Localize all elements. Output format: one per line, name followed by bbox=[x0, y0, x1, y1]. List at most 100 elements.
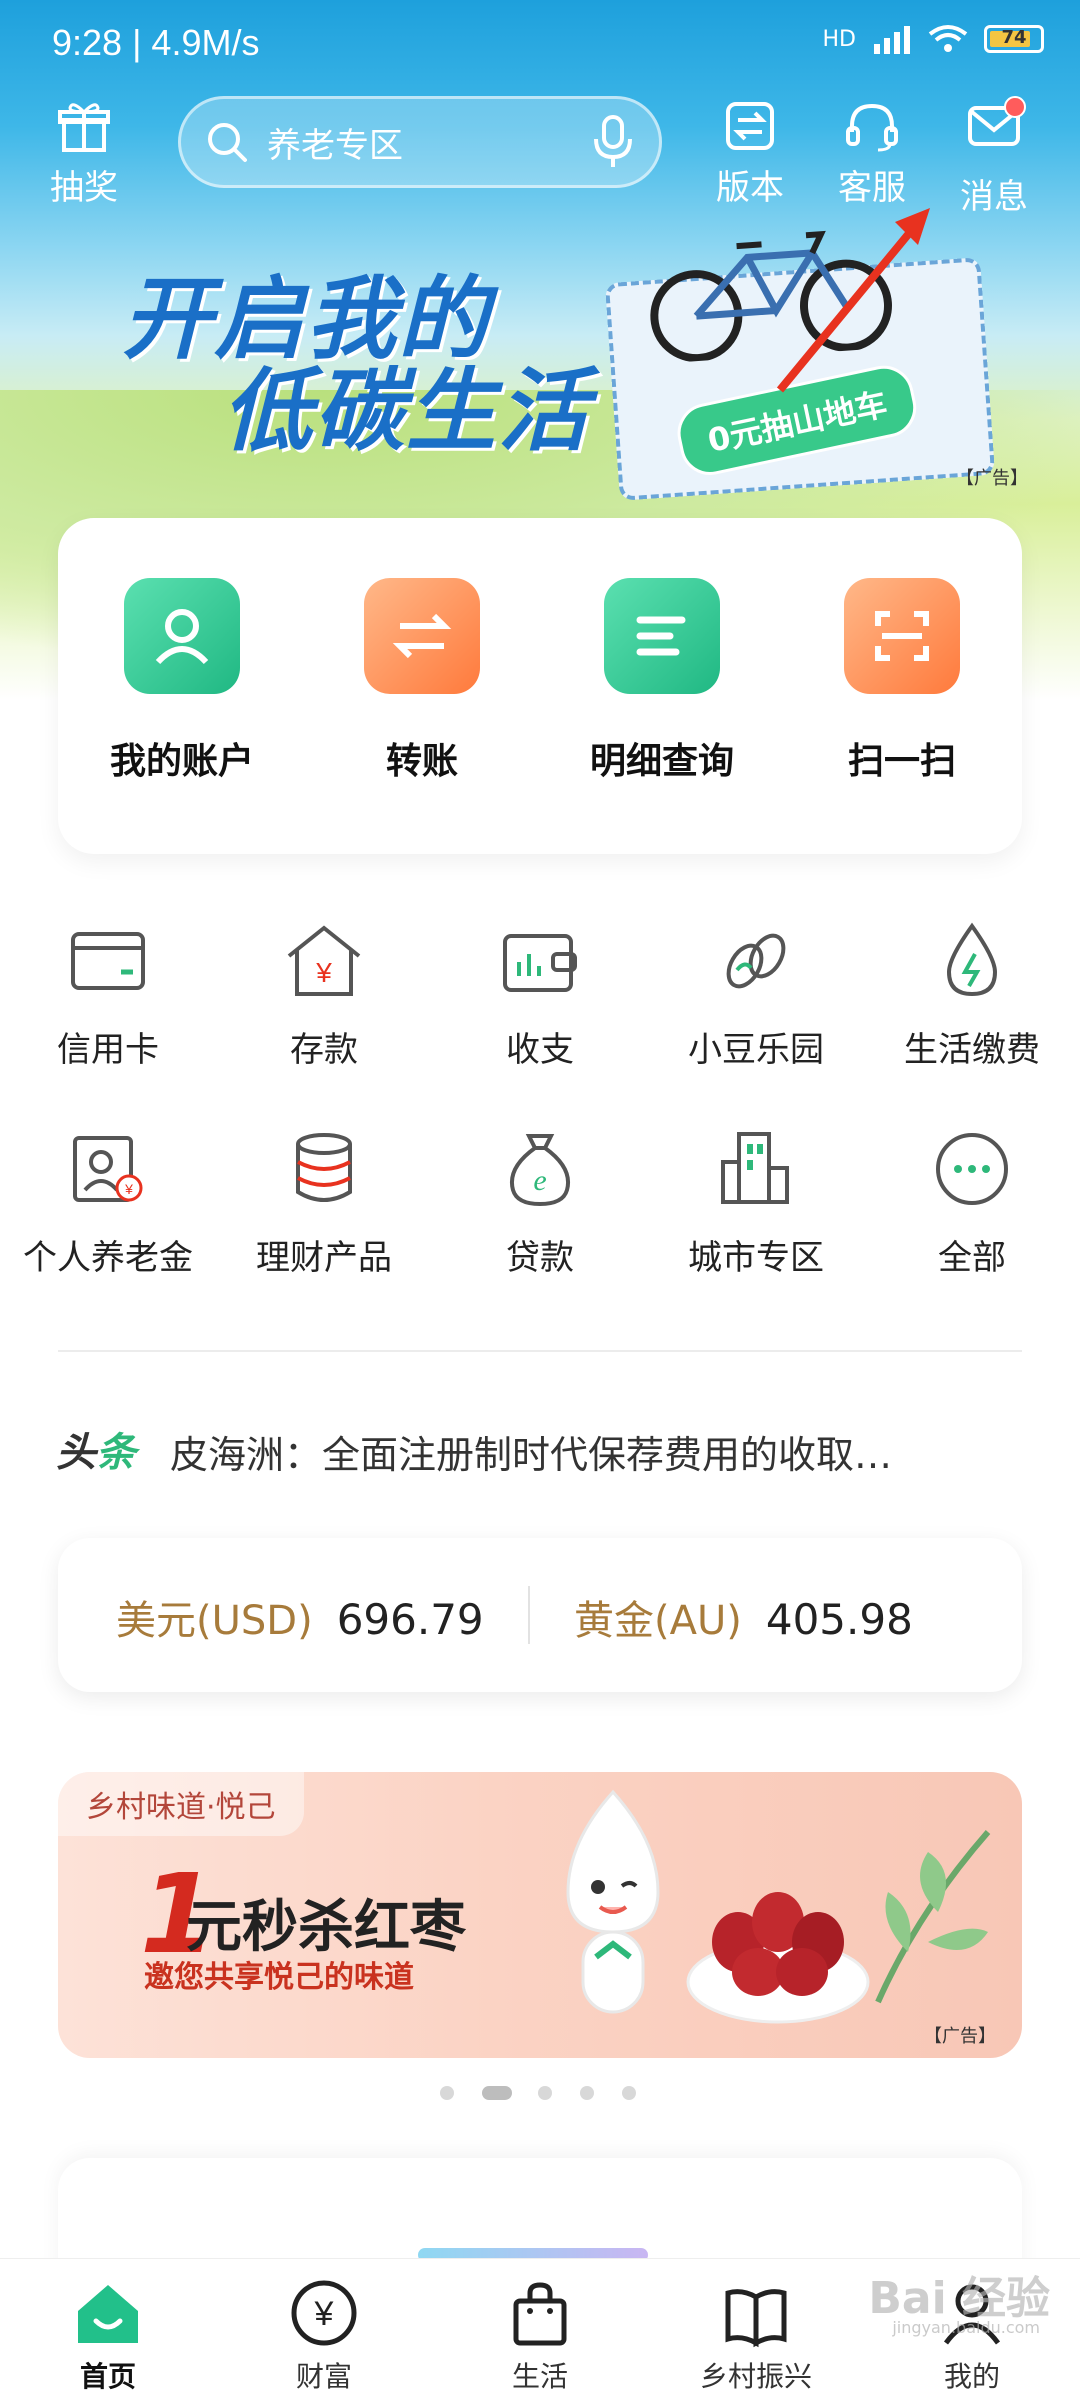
svg-text:¥: ¥ bbox=[124, 1181, 133, 1197]
money-bag-icon: e bbox=[510, 1134, 570, 1207]
quick-label: 我的账户 bbox=[109, 741, 254, 782]
grid-label: 收支 bbox=[506, 1030, 574, 1070]
page-dot[interactable] bbox=[440, 2086, 454, 2100]
grid-wealth-products[interactable]: 理财产品 bbox=[216, 1128, 432, 1279]
status-icons: HD 74 bbox=[823, 24, 1044, 54]
news-headline[interactable]: 皮海洲：全面注册制时代保荐费用的收取… bbox=[170, 1424, 990, 1479]
banner-ad-tag: 【广告】 bbox=[924, 2026, 996, 2047]
banner-headline: 元秒杀红枣 bbox=[186, 1895, 466, 1960]
grid-utility-payment[interactable]: 生活缴费 bbox=[864, 920, 1080, 1071]
microphone-icon[interactable] bbox=[591, 115, 635, 169]
list-icon bbox=[604, 578, 720, 694]
mascot-icon bbox=[566, 1789, 660, 2014]
grid-city-zone[interactable]: 城市专区 bbox=[648, 1128, 864, 1279]
drop-bolt-icon bbox=[946, 922, 998, 997]
nav-label: 生活 bbox=[511, 2360, 568, 2393]
nav-life[interactable]: 生活 bbox=[432, 2259, 648, 2401]
quick-label: 明细查询 bbox=[589, 741, 734, 782]
bag-icon bbox=[513, 2282, 567, 2346]
grid-label: 贷款 bbox=[506, 1238, 574, 1278]
usd-value: 696.79 bbox=[336, 1595, 484, 1644]
grid-label: 全部 bbox=[938, 1238, 1006, 1278]
page-dot[interactable] bbox=[580, 2086, 594, 2100]
grid-label: 理财产品 bbox=[256, 1238, 392, 1278]
svg-text:e: e bbox=[533, 1164, 546, 1197]
transfer-icon bbox=[364, 578, 480, 694]
svg-text:¥: ¥ bbox=[314, 2295, 334, 2333]
search-placeholder: 养老专区 bbox=[267, 125, 403, 166]
switch-version-icon bbox=[726, 102, 774, 150]
news-tag-b: 条 bbox=[96, 1430, 136, 1476]
lottery-button[interactable]: 抽奖 bbox=[50, 98, 118, 209]
watermark-logo: Bai 经验 bbox=[868, 2273, 1050, 2324]
grid-label: 信用卡 bbox=[57, 1030, 159, 1070]
headset-icon bbox=[846, 103, 898, 152]
nav-home[interactable]: 首页 bbox=[0, 2259, 216, 2401]
usd-rate[interactable]: 美元(USD) 696.79 bbox=[116, 1588, 484, 1646]
nav-label: 首页 bbox=[79, 2360, 136, 2393]
grid-label: 生活缴费 bbox=[904, 1030, 1040, 1070]
banner-brand: 乡村味道·悦己 bbox=[58, 1772, 304, 1836]
svg-text:¥: ¥ bbox=[315, 957, 332, 988]
grid-pension[interactable]: ¥ 个人养老金 bbox=[0, 1128, 216, 1279]
quick-my-account[interactable]: 我的账户 bbox=[82, 578, 282, 784]
red-dates-icon bbox=[686, 1892, 870, 2024]
network-label: HD bbox=[822, 26, 856, 52]
usd-label: 美元(USD) bbox=[116, 1598, 313, 1644]
watermark-url: jingyan.baidu.com bbox=[892, 2318, 1040, 2337]
credit-card-icon bbox=[71, 932, 145, 990]
quick-statement[interactable]: 明细查询 bbox=[562, 578, 762, 784]
battery-level: 74 bbox=[1001, 27, 1027, 48]
promo-banner[interactable]: 乡村味道·悦己 1 元秒杀红枣 邀您共享悦己的味道 【广告】 bbox=[58, 1772, 1022, 2058]
pension-icon: ¥ bbox=[73, 1136, 143, 1202]
unread-dot bbox=[1004, 96, 1026, 118]
wallet-icon bbox=[503, 934, 577, 992]
page-dot-active[interactable] bbox=[482, 2086, 512, 2100]
page-dot[interactable] bbox=[622, 2086, 636, 2100]
red-arrow-icon bbox=[776, 208, 930, 393]
gift-icon bbox=[58, 103, 110, 152]
more-icon bbox=[936, 1133, 1008, 1205]
grid-label: 个人养老金 bbox=[23, 1238, 193, 1278]
leaf-icon bbox=[875, 1830, 991, 2004]
coins-stack-icon bbox=[296, 1133, 352, 1202]
exchange-rates-card[interactable]: 美元(USD) 696.79 黄金(AU) 405.98 bbox=[58, 1538, 1022, 1692]
nav-wealth[interactable]: ¥ 财富 bbox=[216, 2259, 432, 2401]
buildings-icon bbox=[721, 1132, 789, 1204]
message-icon-wrap bbox=[966, 96, 1026, 169]
banner-subtitle: 邀您共享悦己的味道 bbox=[144, 1960, 414, 1995]
search-bar[interactable]: 养老专区 bbox=[178, 96, 662, 188]
message-button[interactable]: 消息 bbox=[960, 96, 1028, 218]
news-tag: 头条 bbox=[56, 1420, 136, 1478]
page-dot[interactable] bbox=[538, 2086, 552, 2100]
grid-income-expense[interactable]: 收支 bbox=[432, 920, 648, 1071]
deposit-icon: ¥ bbox=[287, 925, 361, 996]
grid-all[interactable]: 全部 bbox=[864, 1128, 1080, 1279]
grid-credit-card[interactable]: 信用卡 bbox=[0, 920, 216, 1071]
quick-transfer[interactable]: 转账 bbox=[322, 578, 522, 784]
section-divider bbox=[58, 1350, 1022, 1352]
gold-label: 黄金(AU) bbox=[574, 1598, 742, 1644]
status-time: 9:28 | 4.9M/s bbox=[52, 22, 260, 63]
gold-value: 405.98 bbox=[765, 1595, 913, 1644]
nav-rural[interactable]: 乡村振兴 bbox=[648, 2259, 864, 2401]
quick-label: 转账 bbox=[385, 741, 458, 782]
quick-scan[interactable]: 扫一扫 bbox=[802, 578, 1002, 784]
wifi-icon bbox=[928, 25, 968, 52]
gold-rate[interactable]: 黄金(AU) 405.98 bbox=[574, 1588, 913, 1646]
service-button[interactable]: 客服 bbox=[838, 98, 906, 209]
book-leaf-icon bbox=[725, 2289, 787, 2348]
grid-deposit[interactable]: ¥ 存款 bbox=[216, 920, 432, 1071]
lottery-label: 抽奖 bbox=[50, 168, 118, 208]
quick-actions-card: 我的账户 转账 明细查询 扫一扫 bbox=[58, 518, 1022, 854]
nav-label: 财富 bbox=[295, 2360, 352, 2393]
bean-icon bbox=[726, 933, 786, 989]
search-icon bbox=[208, 123, 247, 162]
grid-loan[interactable]: e 贷款 bbox=[432, 1128, 648, 1279]
signal-icon bbox=[874, 26, 910, 54]
grid-bean-park[interactable]: 小豆乐园 bbox=[648, 920, 864, 1071]
hero-title-line2: 低碳生活 bbox=[222, 359, 590, 464]
user-icon bbox=[124, 578, 240, 694]
version-button[interactable]: 版本 bbox=[716, 98, 784, 209]
hero-ad-tag: 【广告】 bbox=[956, 468, 1028, 489]
